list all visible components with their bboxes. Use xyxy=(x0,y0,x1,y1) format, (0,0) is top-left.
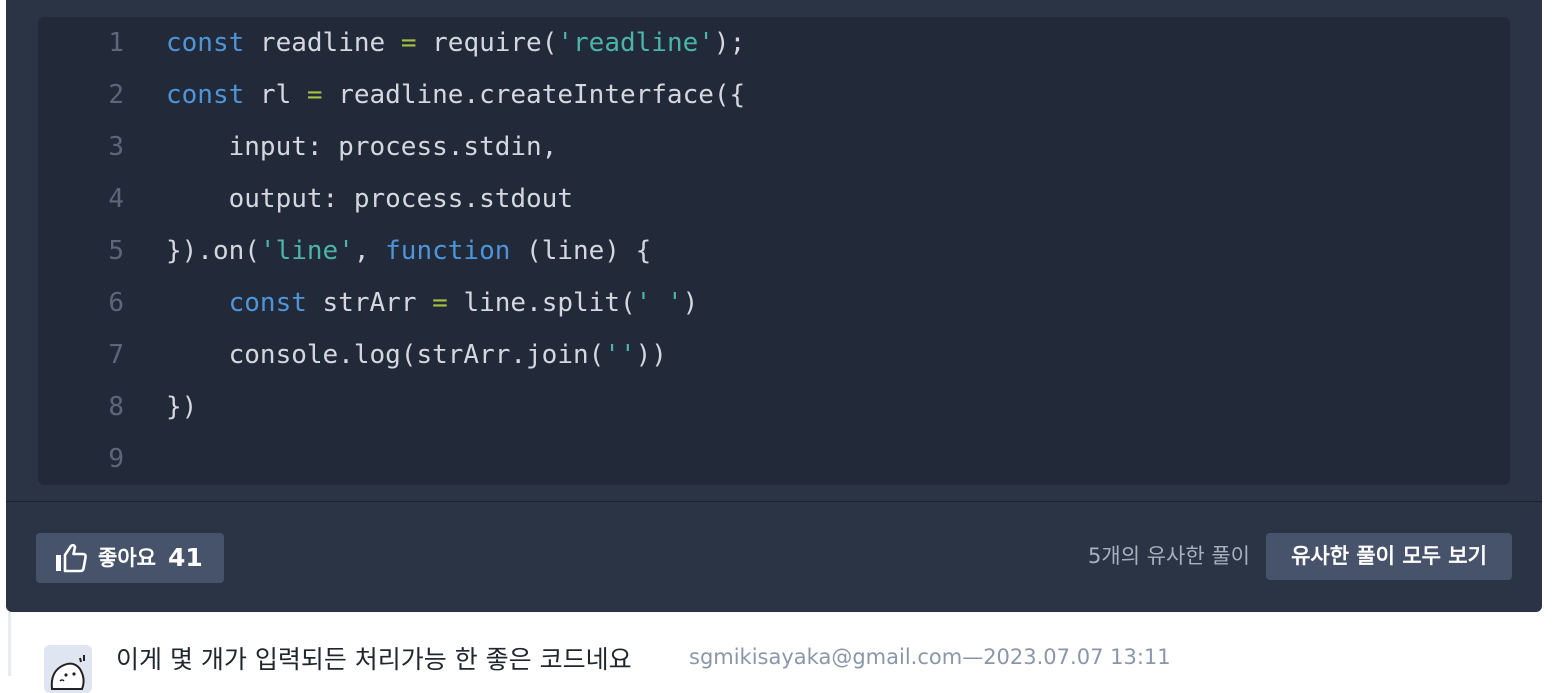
divider xyxy=(6,501,1542,502)
line-number: 5 xyxy=(108,236,124,266)
code-line: 5 }).on('line', function (line) { xyxy=(38,225,1510,277)
line-number: 3 xyxy=(108,132,124,162)
code-token: = xyxy=(400,28,417,58)
code-token: , xyxy=(353,236,386,266)
code-token: output: process.stdout xyxy=(166,184,573,214)
thumbs-up-icon xyxy=(56,543,87,573)
code-line: 6 const strArr = line.split(' ') xyxy=(38,277,1510,329)
avatar[interactable] xyxy=(44,645,92,693)
code-source: }).on('line', function (line) { xyxy=(166,225,651,277)
solution-card: 1 const readline = require('readline'); 2 c… xyxy=(6,0,1542,612)
like-label: 좋아요 xyxy=(98,546,156,570)
code-token: readline.createInterface({ xyxy=(322,80,746,110)
code-token: rl xyxy=(244,80,307,110)
like-button[interactable]: 좋아요 41 xyxy=(36,533,224,583)
code-line: 9 xyxy=(38,433,1510,485)
comment-author[interactable]: sgmikisayaka@gmail.com xyxy=(689,645,962,669)
code-token: ) xyxy=(682,288,699,318)
code-source: const rl = readline.createInterface({ xyxy=(166,69,745,121)
code-token: ); xyxy=(713,28,746,58)
comment-text: 이게 몇 개가 입력되든 처리가능 한 좋은 코드네요 xyxy=(116,645,632,674)
line-number: 9 xyxy=(108,444,124,474)
comment-meta: sgmikisayaka@gmail.com—2023.07.07 13:11 xyxy=(689,645,1171,669)
line-number: 6 xyxy=(108,288,124,318)
code-token: line.split( xyxy=(447,288,636,318)
code-token: }) xyxy=(166,392,198,422)
code-token: const xyxy=(166,80,245,110)
code-token: }).on( xyxy=(166,236,260,266)
code-source: output: process.stdout xyxy=(166,173,573,225)
code-token: 'line' xyxy=(259,236,354,266)
code-token: readline xyxy=(244,28,401,58)
code-source: }) xyxy=(166,381,197,433)
code-token: = xyxy=(306,80,323,110)
code-source: const readline = require('readline'); xyxy=(166,17,745,69)
code-token: const xyxy=(228,288,307,318)
code-token: (line) { xyxy=(510,236,652,266)
line-number: 7 xyxy=(108,340,124,370)
meta-separator: — xyxy=(962,645,984,669)
similar-solutions-count: 5개의 유사한 풀이 xyxy=(1088,544,1250,568)
comment-timestamp: 2023.07.07 13:11 xyxy=(983,645,1171,669)
comment-thread-border xyxy=(8,612,11,676)
code-source: input: process.stdin, xyxy=(166,121,558,173)
code-block: 1 const readline = require('readline'); 2 c… xyxy=(38,17,1510,485)
line-number: 2 xyxy=(108,80,124,110)
user-avatar-icon xyxy=(44,645,92,693)
code-line: 2 const rl = readline.createInterface({ xyxy=(38,69,1510,121)
code-line: 8}) xyxy=(38,381,1510,433)
code-token: ' ' xyxy=(635,288,683,318)
code-line: 4 output: process.stdout xyxy=(38,173,1510,225)
line-number: 8 xyxy=(108,392,124,422)
like-count: 41 xyxy=(168,543,203,572)
code-line: 1 const readline = require('readline'); xyxy=(38,17,1510,69)
code-token: = xyxy=(432,288,448,318)
code-source: console.log(strArr.join('')) xyxy=(166,329,667,381)
code-token: function xyxy=(385,236,511,266)
code-token: '' xyxy=(604,340,636,370)
line-number: 4 xyxy=(108,184,124,214)
view-similar-solutions-button[interactable]: 유사한 풀이 모두 보기 xyxy=(1266,533,1512,580)
code-line: 3 input: process.stdin, xyxy=(38,121,1510,173)
line-number: 1 xyxy=(108,28,124,58)
code-token: )) xyxy=(635,340,667,370)
code-token: require( xyxy=(416,28,558,58)
code-token: input: process.stdin, xyxy=(166,132,558,162)
code-line: 7 console.log(strArr.join('')) xyxy=(38,329,1510,381)
code-token: strArr xyxy=(306,288,433,318)
code-token: console.log(strArr.join( xyxy=(166,340,605,370)
code-token: 'readline' xyxy=(557,28,714,58)
code-token: const xyxy=(166,28,245,58)
code-source: const strArr = line.split(' ') xyxy=(166,277,699,329)
